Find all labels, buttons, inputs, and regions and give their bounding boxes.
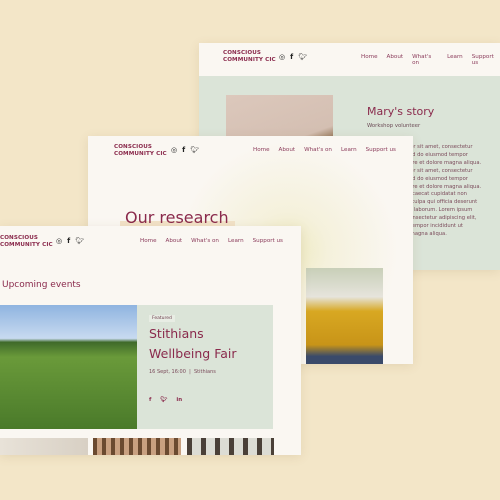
nav-support-us[interactable]: Support us bbox=[253, 238, 283, 244]
featured-badge: Featured bbox=[149, 315, 175, 322]
nav-home[interactable]: Home bbox=[140, 238, 157, 244]
twitter-icon[interactable]: 🐦︎ bbox=[160, 397, 167, 403]
research-photo bbox=[306, 268, 383, 364]
instagram-icon[interactable]: ◎ bbox=[279, 53, 285, 61]
twitter-icon[interactable]: 🐦︎ bbox=[298, 53, 307, 61]
event-meta: 16 Sept, 16:00 | Stithians bbox=[149, 369, 216, 375]
header: CONSCIOUS COMMUNITY CIC ◎ f 🐦︎ Home About Wha… bbox=[0, 226, 301, 259]
nav-home[interactable]: Home bbox=[253, 147, 270, 153]
event-photo[interactable] bbox=[0, 305, 137, 429]
logo[interactable]: CONSCIOUS COMMUNITY CIC bbox=[0, 235, 60, 249]
research-title: Our research bbox=[125, 208, 229, 227]
event-thumbnail[interactable] bbox=[93, 438, 181, 455]
header: CONSCIOUS COMMUNITY CIC ◎ f 🐦︎ Home About Wha… bbox=[199, 43, 500, 76]
nav-support-us[interactable]: Support us bbox=[472, 54, 500, 66]
nav-whats-on[interactable]: What's on bbox=[304, 147, 332, 153]
nav-learn[interactable]: Learn bbox=[228, 238, 244, 244]
twitter-icon[interactable]: 🐦︎ bbox=[190, 146, 199, 154]
story-subtitle: Workshop volunteer bbox=[367, 123, 421, 129]
header: CONSCIOUS COMMUNITY CIC ◎ f 🐦︎ Home About Wha… bbox=[88, 136, 413, 169]
twitter-icon[interactable]: 🐦︎ bbox=[75, 237, 84, 245]
event-thumbnail[interactable] bbox=[187, 438, 274, 455]
event-title: Stithians Wellbeing Fair bbox=[149, 326, 237, 361]
instagram-icon[interactable]: ◎ bbox=[56, 237, 62, 245]
facebook-icon[interactable]: f bbox=[290, 53, 293, 61]
event-panel[interactable]: Featured Stithians Wellbeing Fair 16 Sept… bbox=[137, 305, 273, 429]
facebook-icon[interactable]: f bbox=[67, 237, 70, 245]
events-title: Upcoming events bbox=[2, 280, 81, 290]
facebook-icon[interactable]: f bbox=[182, 146, 185, 154]
linkedin-icon[interactable]: in bbox=[176, 397, 182, 403]
nav-about[interactable]: About bbox=[279, 147, 296, 153]
facebook-icon[interactable]: f bbox=[149, 397, 151, 403]
nav-home[interactable]: Home bbox=[361, 54, 378, 66]
story-title: Mary's story bbox=[367, 105, 435, 118]
instagram-icon[interactable]: ◎ bbox=[171, 146, 177, 154]
logo[interactable]: CONSCIOUS COMMUNITY CIC bbox=[114, 144, 174, 158]
events-page-card: CONSCIOUS COMMUNITY CIC ◎ f 🐦︎ Home About Wha… bbox=[0, 226, 301, 455]
nav-about[interactable]: About bbox=[166, 238, 183, 244]
nav-whats-on[interactable]: What's on bbox=[412, 54, 438, 66]
nav-about[interactable]: About bbox=[387, 54, 404, 66]
share-icons: f 🐦︎ in bbox=[149, 397, 182, 403]
event-thumbnail[interactable] bbox=[0, 438, 88, 455]
nav-learn[interactable]: Learn bbox=[447, 54, 463, 66]
nav-learn[interactable]: Learn bbox=[341, 147, 357, 153]
nav-support-us[interactable]: Support us bbox=[366, 147, 396, 153]
nav-whats-on[interactable]: What's on bbox=[191, 238, 219, 244]
logo[interactable]: CONSCIOUS COMMUNITY CIC bbox=[223, 50, 283, 64]
